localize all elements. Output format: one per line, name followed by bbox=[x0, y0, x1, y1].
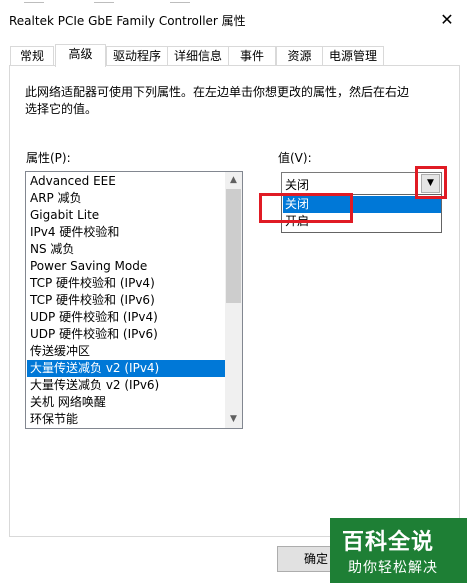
option-on[interactable]: 开启 bbox=[283, 213, 441, 230]
combo-value: 关闭 bbox=[285, 178, 310, 192]
tab-events[interactable]: 事件 bbox=[228, 46, 276, 66]
list-item-selected[interactable]: 大量传送减负 v2 (IPv4) bbox=[27, 360, 226, 377]
tab-advanced[interactable]: 高级 bbox=[55, 44, 106, 67]
scroll-thumb[interactable] bbox=[226, 189, 241, 303]
watermark-title: 百科全说 bbox=[342, 530, 435, 555]
list-item[interactable]: ARP 减负 bbox=[27, 190, 226, 207]
list-item[interactable]: Gigabit Lite bbox=[27, 207, 226, 224]
list-item[interactable]: Advanced EEE bbox=[27, 173, 226, 190]
value-dropdown-list[interactable]: 关闭 开启 bbox=[281, 194, 442, 233]
close-icon[interactable]: ✕ bbox=[437, 10, 457, 30]
list-item[interactable]: TCP 硬件校验和 (IPv4) bbox=[27, 275, 226, 292]
background-window-strip bbox=[0, 0, 467, 8]
option-off[interactable]: 关闭 bbox=[283, 196, 441, 213]
tab-power-management[interactable]: 电源管理 bbox=[322, 46, 384, 66]
list-item[interactable]: 大量传送减负 v2 (IPv6) bbox=[27, 377, 226, 394]
watermark-logo: 百科全说 助你轻松解决 bbox=[330, 518, 467, 583]
value-label: 值(V): bbox=[278, 151, 312, 165]
list-item[interactable]: TCP 硬件校验和 (IPv6) bbox=[27, 292, 226, 309]
property-label: 属性(P): bbox=[26, 151, 71, 165]
list-item[interactable]: 关机 网络唤醒 bbox=[27, 394, 226, 411]
list-item[interactable]: IPv4 硬件校验和 bbox=[27, 224, 226, 241]
list-item[interactable]: UDP 硬件校验和 (IPv6) bbox=[27, 326, 226, 343]
title-bar: Realtek PCIe GbE Family Controller 属性 ✕ bbox=[0, 8, 467, 34]
list-item[interactable]: UDP 硬件校验和 (IPv4) bbox=[27, 309, 226, 326]
list-scrollbar[interactable]: ▲ ▼ bbox=[225, 172, 242, 428]
window-title: Realtek PCIe GbE Family Controller 属性 bbox=[9, 14, 246, 28]
value-combobox[interactable]: 关闭 ▼ bbox=[281, 172, 442, 195]
scroll-up-icon[interactable]: ▲ bbox=[225, 172, 242, 189]
list-item[interactable]: 环保节能 bbox=[27, 411, 226, 428]
description-text: 此网络适配器可使用下列属性。在左边单击你想更改的属性，然后在右边选择它的值。 bbox=[25, 85, 410, 116]
tab-driver[interactable]: 驱动程序 bbox=[106, 46, 168, 66]
property-listbox[interactable]: Advanced EEE ARP 减负 Gigabit Lite IPv4 硬件… bbox=[25, 171, 243, 429]
list-item[interactable]: NS 减负 bbox=[27, 241, 226, 258]
list-item[interactable]: Power Saving Mode bbox=[27, 258, 226, 275]
chevron-down-icon[interactable]: ▼ bbox=[421, 174, 440, 193]
list-item[interactable]: 传送缓冲区 bbox=[27, 343, 226, 360]
scroll-down-icon[interactable]: ▼ bbox=[225, 411, 242, 428]
watermark-subtitle: 助你轻松解决 bbox=[348, 560, 438, 576]
tab-general[interactable]: 常规 bbox=[10, 46, 54, 66]
tab-details[interactable]: 详细信息 bbox=[167, 46, 229, 66]
tab-resources[interactable]: 资源 bbox=[276, 46, 323, 66]
